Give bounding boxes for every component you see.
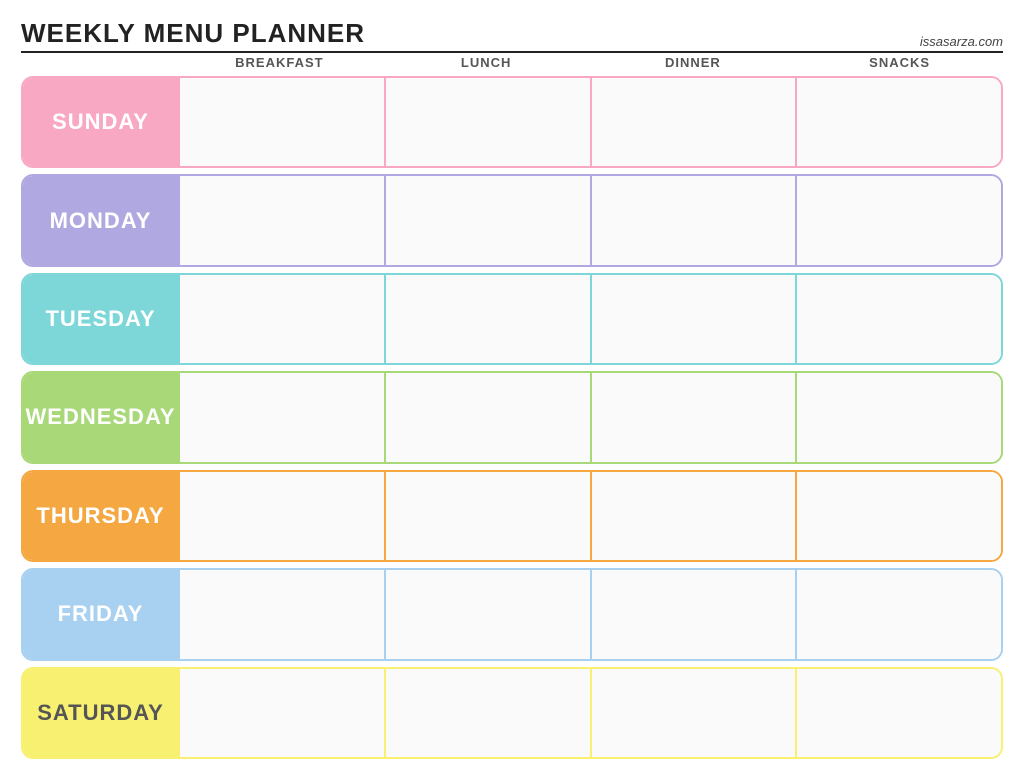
cell-sunday-snacks[interactable]: [795, 78, 1001, 166]
day-label-monday: Monday: [23, 176, 178, 264]
cell-saturday-breakfast[interactable]: [178, 669, 384, 757]
cell-tuesday-breakfast[interactable]: [178, 275, 384, 363]
cell-friday-lunch[interactable]: [384, 570, 590, 658]
cell-monday-snacks[interactable]: [795, 176, 1001, 264]
days-grid: Sunday Monday Tuesday Wednesday Thursday Frid…: [21, 76, 1003, 759]
day-label-thursday: Thursday: [23, 472, 178, 560]
planner-website: issasarza.com: [920, 34, 1003, 49]
cell-wednesday-lunch[interactable]: [384, 373, 590, 461]
cell-thursday-breakfast[interactable]: [178, 472, 384, 560]
day-row-thursday: Thursday: [21, 470, 1003, 562]
cell-saturday-dinner[interactable]: [590, 669, 796, 757]
cell-thursday-snacks[interactable]: [795, 472, 1001, 560]
day-label-saturday: Saturday: [23, 669, 178, 757]
day-label-wednesday: Wednesday: [23, 373, 178, 461]
day-label-tuesday: Tuesday: [23, 275, 178, 363]
day-row-friday: Friday: [21, 568, 1003, 660]
col-dinner: Dinner: [590, 55, 797, 70]
cell-saturday-snacks[interactable]: [795, 669, 1001, 757]
cell-thursday-dinner[interactable]: [590, 472, 796, 560]
planner-title: Weekly Menu Planner: [21, 18, 365, 49]
cell-sunday-dinner[interactable]: [590, 78, 796, 166]
day-row-tuesday: Tuesday: [21, 273, 1003, 365]
col-spacer: [21, 55, 176, 70]
cell-wednesday-snacks[interactable]: [795, 373, 1001, 461]
day-label-friday: Friday: [23, 570, 178, 658]
col-snacks: Snacks: [796, 55, 1003, 70]
day-label-sunday: Sunday: [23, 78, 178, 166]
col-breakfast: Breakfast: [176, 55, 383, 70]
day-row-monday: Monday: [21, 174, 1003, 266]
cell-thursday-lunch[interactable]: [384, 472, 590, 560]
cell-friday-snacks[interactable]: [795, 570, 1001, 658]
cell-saturday-lunch[interactable]: [384, 669, 590, 757]
day-row-saturday: Saturday: [21, 667, 1003, 759]
cell-tuesday-dinner[interactable]: [590, 275, 796, 363]
cell-friday-breakfast[interactable]: [178, 570, 384, 658]
cell-wednesday-dinner[interactable]: [590, 373, 796, 461]
column-headers: Breakfast Lunch Dinner Snacks: [21, 55, 1003, 70]
cell-tuesday-snacks[interactable]: [795, 275, 1001, 363]
planner-container: Weekly Menu Planner issasarza.com Breakf…: [7, 8, 1017, 773]
cell-tuesday-lunch[interactable]: [384, 275, 590, 363]
cell-sunday-breakfast[interactable]: [178, 78, 384, 166]
day-row-wednesday: Wednesday: [21, 371, 1003, 463]
cell-sunday-lunch[interactable]: [384, 78, 590, 166]
cell-monday-breakfast[interactable]: [178, 176, 384, 264]
cell-monday-lunch[interactable]: [384, 176, 590, 264]
col-lunch: Lunch: [383, 55, 590, 70]
cell-wednesday-breakfast[interactable]: [178, 373, 384, 461]
cell-friday-dinner[interactable]: [590, 570, 796, 658]
day-row-sunday: Sunday: [21, 76, 1003, 168]
planner-header: Weekly Menu Planner issasarza.com: [21, 18, 1003, 53]
cell-monday-dinner[interactable]: [590, 176, 796, 264]
